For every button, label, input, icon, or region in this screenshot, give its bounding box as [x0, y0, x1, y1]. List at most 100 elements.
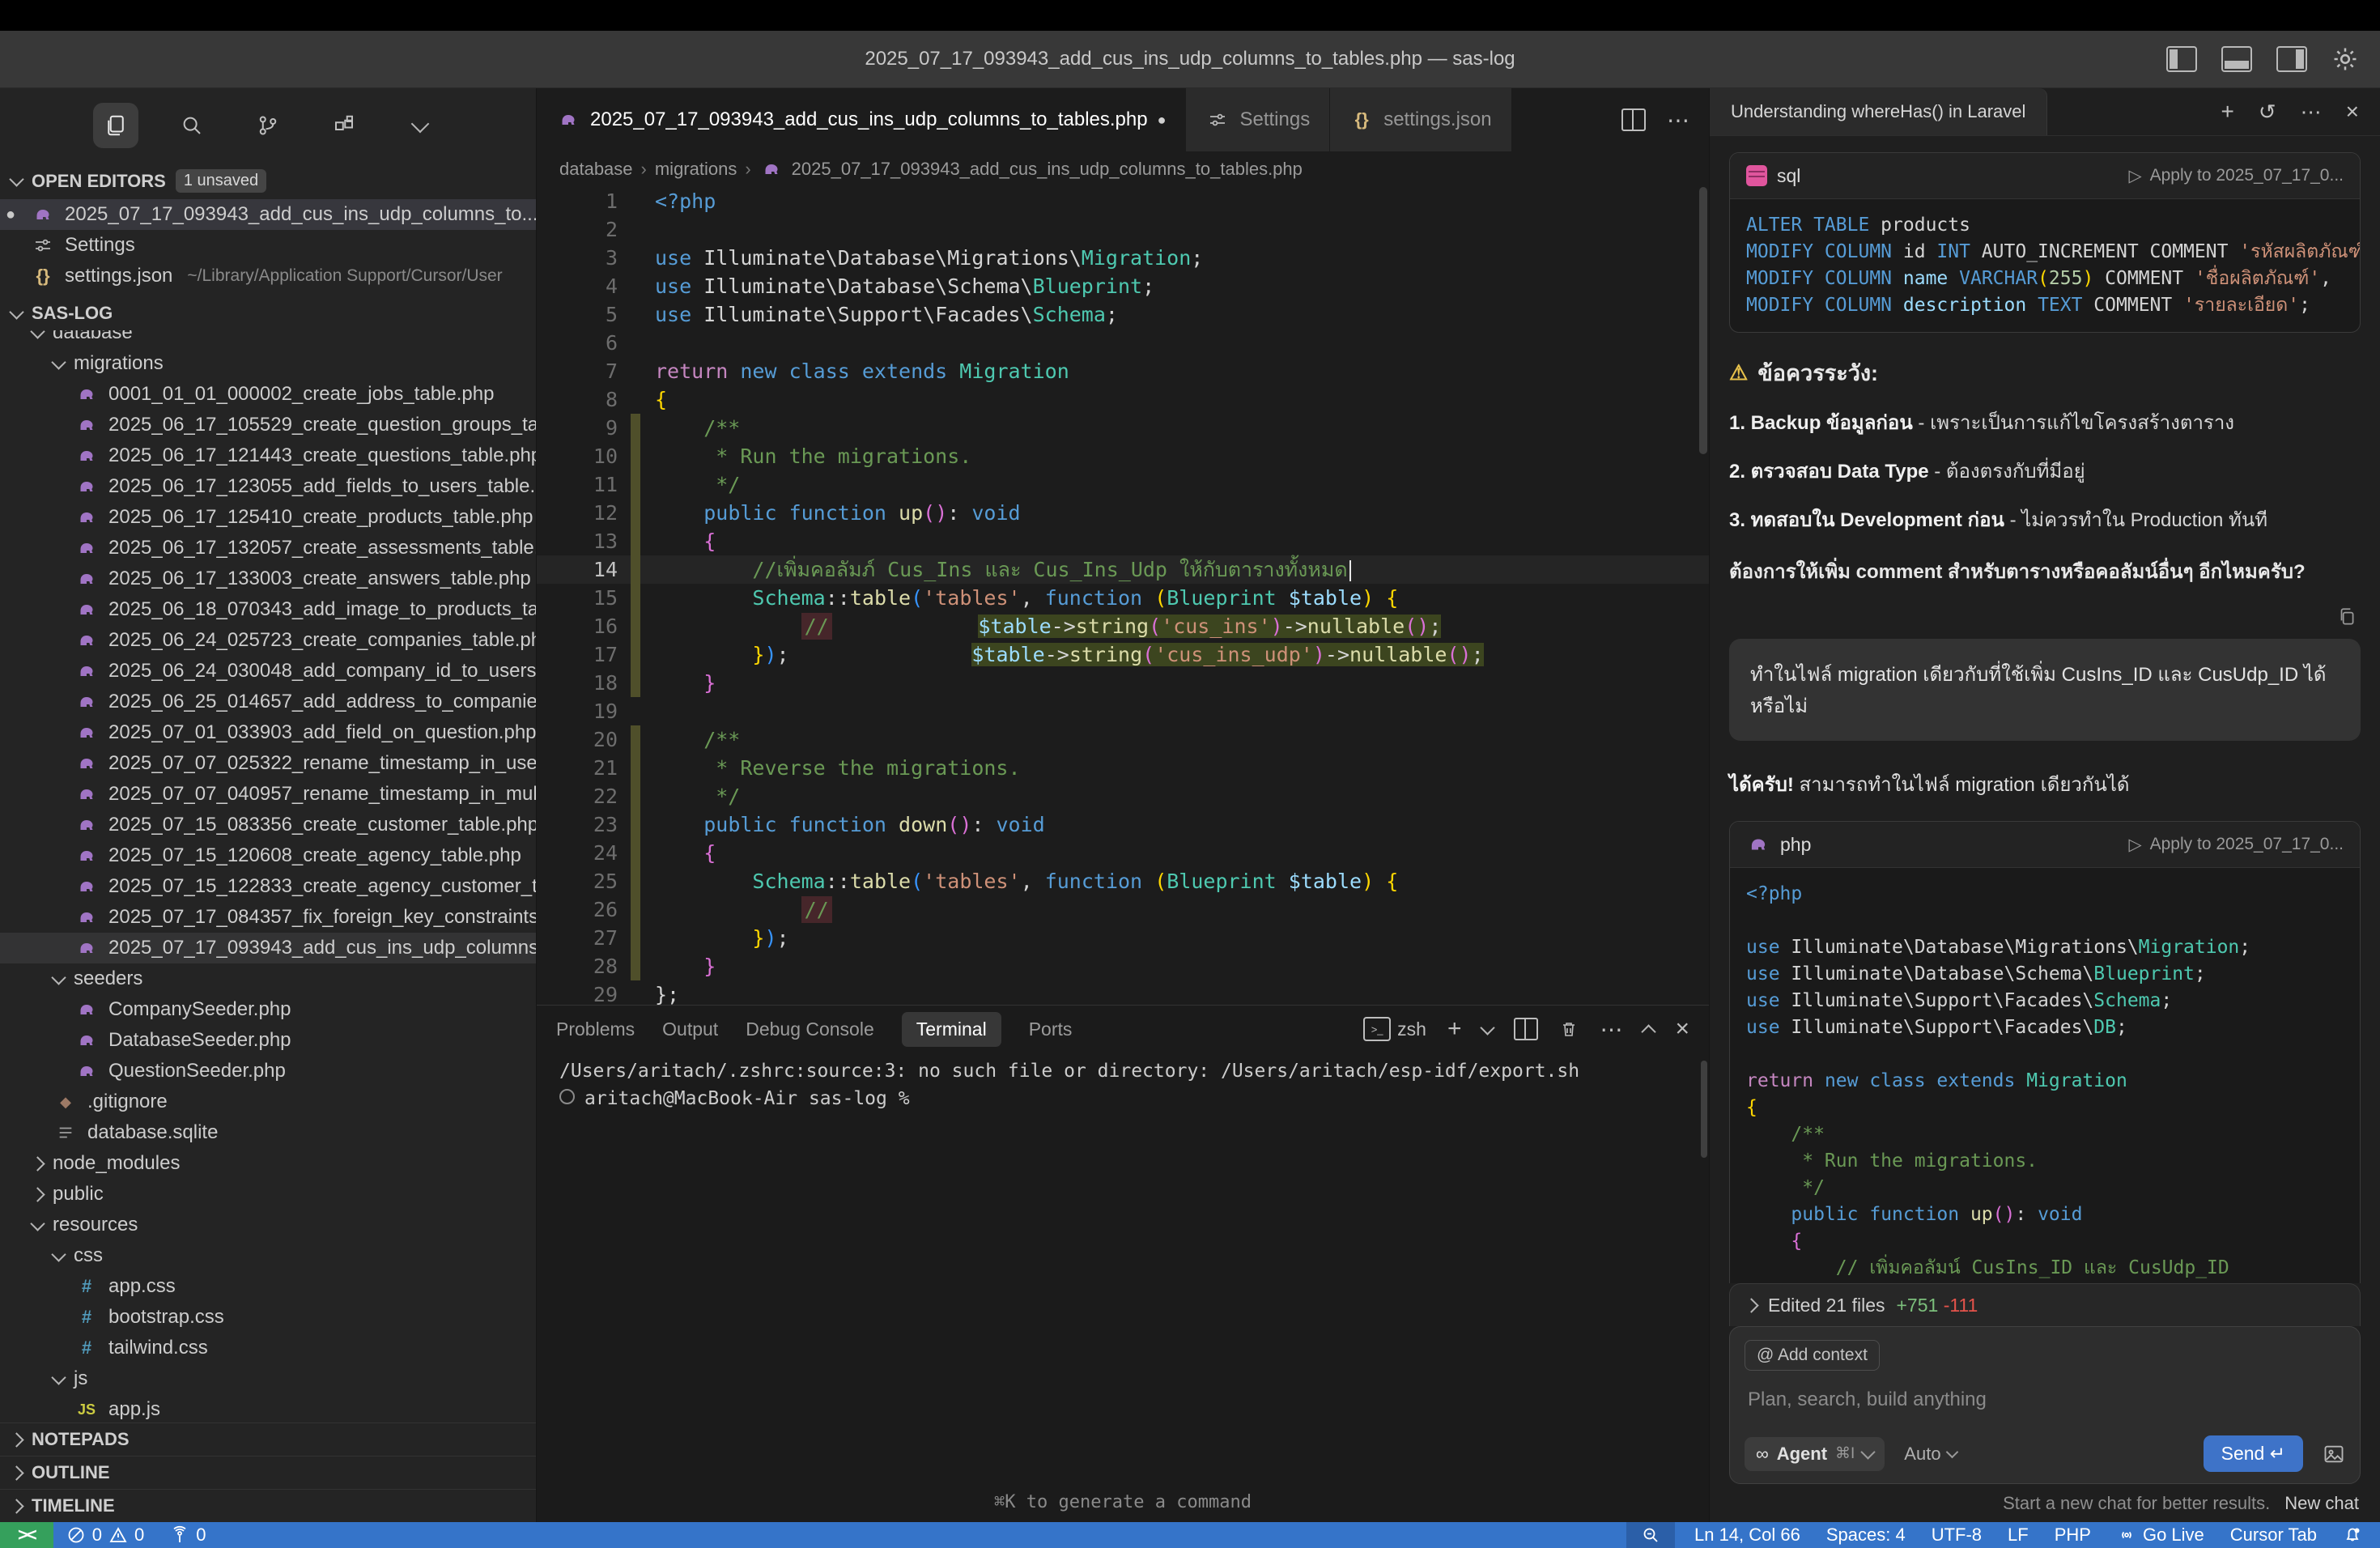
tree-file-bootstrap.css[interactable]: #bootstrap.css [0, 1302, 536, 1333]
apply-button[interactable]: ▷Apply to 2025_07_17_0... [2128, 166, 2344, 186]
breadcrumb[interactable]: database› migrations› 2025_07_17_093943_… [537, 151, 1709, 187]
attach-image-icon[interactable] [2323, 1443, 2345, 1465]
terminal-dropdown-icon[interactable] [1481, 1020, 1495, 1035]
indentation[interactable]: Spaces: 4 [1826, 1525, 1906, 1546]
toggle-bottom-panel-icon[interactable] [2221, 46, 2252, 72]
code-line-5[interactable]: 5use Illuminate\Support\Facades\Schema; [537, 300, 1709, 329]
settings-gear-icon[interactable] [2331, 45, 2359, 73]
split-editor-icon[interactable] [1621, 108, 1646, 131]
source-control-icon[interactable] [245, 103, 291, 148]
tree-file-2025_06_24_030048_add_company_id_to_users_tabl...[interactable]: 2025_06_24_030048_add_company_id_to_user… [0, 656, 536, 687]
agent-mode-chip[interactable]: ∞Agent ⌘I [1745, 1437, 1885, 1471]
code-line-27[interactable]: 27 }); [537, 924, 1709, 952]
terminal-output[interactable]: /Users/aritach/.zshrc:source:3: no such … [537, 1053, 1709, 1523]
apply-button[interactable]: ▷Apply to 2025_07_17_0... [2128, 835, 2344, 855]
code-line-23[interactable]: 23 public function down(): void [537, 810, 1709, 839]
code-line-15[interactable]: 15 Schema::table('tables', function (Blu… [537, 584, 1709, 612]
tree-file-app.js[interactable]: JSapp.js [0, 1394, 536, 1423]
code-line-29[interactable]: 29}; [537, 980, 1709, 1005]
tree-folder-seeders[interactable]: seeders [0, 963, 536, 994]
open-editor-item[interactable]: Settings [0, 230, 536, 261]
cursor-tab-status[interactable]: Cursor Tab [2230, 1525, 2317, 1546]
code-line-10[interactable]: 10 * Run the migrations. [537, 442, 1709, 470]
tree-file-CompanySeeder.php[interactable]: CompanySeeder.php [0, 994, 536, 1025]
notifications-bell-icon[interactable] [2343, 1525, 2362, 1545]
new-terminal-icon[interactable]: + [1447, 1015, 1462, 1043]
code-line-18[interactable]: 18 } [537, 669, 1709, 697]
code-line-12[interactable]: 12 public function up(): void [537, 499, 1709, 527]
search-icon[interactable] [169, 103, 215, 148]
open-editor-item[interactable]: ●2025_07_17_093943_add_cus_ins_udp_colum… [0, 199, 536, 230]
remote-indicator[interactable]: >< [0, 1522, 53, 1548]
language-mode[interactable]: PHP [2055, 1525, 2091, 1546]
tree-file-.gitignore[interactable]: ◆.gitignore [0, 1087, 536, 1117]
tree-file-DatabaseSeeder.php[interactable]: DatabaseSeeder.php [0, 1025, 536, 1056]
code-line-24[interactable]: 24 { [537, 839, 1709, 867]
code-line-4[interactable]: 4use Illuminate\Database\Schema\Blueprin… [537, 272, 1709, 300]
code-line-17[interactable]: 17 }); $table->string('cus_ins_udp')->nu… [537, 640, 1709, 669]
add-context-chip[interactable]: @ Add context [1745, 1340, 1880, 1371]
code-line-1[interactable]: 1<?php [537, 187, 1709, 215]
chat-history-icon[interactable]: ↺ [2259, 100, 2276, 125]
edited-files-bar[interactable]: Edited 21 files +751 -111 [1729, 1283, 2361, 1326]
editor-tab[interactable]: {}settings.json [1330, 88, 1511, 151]
encoding[interactable]: UTF-8 [1932, 1525, 1982, 1546]
open-editor-item[interactable]: {}settings.json~/Library/Application Sup… [0, 261, 536, 291]
tree-folder-public[interactable]: public [0, 1179, 536, 1210]
code-line-2[interactable]: 2 [537, 215, 1709, 244]
panel-tab-problems[interactable]: Problems [556, 1019, 635, 1040]
panel-tab-terminal[interactable]: Terminal [902, 1012, 1001, 1047]
tree-file-2025_06_17_105529_create_question_groups_table.php[interactable]: 2025_06_17_105529_create_question_groups… [0, 410, 536, 440]
code-line-7[interactable]: 7return new class extends Migration [537, 357, 1709, 385]
editor-tab[interactable]: 2025_07_17_093943_add_cus_ins_udp_column… [537, 88, 1186, 151]
tree-file-2025_07_17_084357_fix_foreign_key_constraints.php[interactable]: 2025_07_17_084357_fix_foreign_key_constr… [0, 902, 536, 933]
tree-file-database.sqlite[interactable]: database.sqlite [0, 1117, 536, 1148]
eol[interactable]: LF [2008, 1525, 2029, 1546]
tree-folder-database[interactable]: database [0, 330, 536, 348]
workspace-root-header[interactable]: SAS-LOG [0, 296, 536, 330]
tree-folder-css[interactable]: css [0, 1240, 536, 1271]
chat-tab[interactable]: Understanding whereHas() in Laravel [1710, 88, 2047, 135]
code-line-20[interactable]: 20 /** [537, 725, 1709, 754]
code-line-21[interactable]: 21 * Reverse the migrations. [537, 754, 1709, 782]
tree-file-2025_06_17_125410_create_products_table.php[interactable]: 2025_06_17_125410_create_products_table.… [0, 502, 536, 533]
tree-file-2025_06_17_133003_create_answers_table.php[interactable]: 2025_06_17_133003_create_answers_table.p… [0, 563, 536, 594]
chevron-down-icon[interactable] [397, 103, 443, 148]
chat-input-box[interactable]: @ Add context Plan, search, build anythi… [1729, 1326, 2361, 1484]
split-terminal-icon[interactable] [1514, 1018, 1538, 1040]
tree-file-tailwind.css[interactable]: #tailwind.css [0, 1333, 536, 1363]
editor-scrollbar[interactable] [1698, 187, 1709, 1005]
tree-file-2025_06_17_132057_create_assessments_table.php[interactable]: 2025_06_17_132057_create_assessments_tab… [0, 533, 536, 563]
open-editors-header[interactable]: OPEN EDITORS 1 unsaved [0, 163, 536, 199]
kill-terminal-icon[interactable] [1559, 1019, 1579, 1040]
code-line-14[interactable]: 14 //เพิ่มคอลัมภ์ Cus_Ins และ Cus_Ins_Ud… [537, 555, 1709, 584]
code-line-28[interactable]: 28 } [537, 952, 1709, 980]
model-auto-chip[interactable]: Auto [1904, 1444, 1956, 1465]
chat-messages[interactable]: sql ▷Apply to 2025_07_17_0... ALTER TABL… [1710, 136, 2380, 1283]
chat-more-icon[interactable]: ⋯ [2301, 100, 2322, 125]
explorer-icon[interactable] [93, 103, 138, 148]
tree-file-2025_06_17_123055_add_fields_to_users_table.php[interactable]: 2025_06_17_123055_add_fields_to_users_ta… [0, 471, 536, 502]
editor-more-actions-icon[interactable]: ⋯ [1667, 107, 1689, 134]
tree-folder-node_modules[interactable]: node_modules [0, 1148, 536, 1179]
code-line-9[interactable]: 9 /** [537, 414, 1709, 442]
sidebar-section-notepads[interactable]: NOTEPADS [0, 1423, 536, 1457]
terminal-scrollbar[interactable] [1701, 1061, 1707, 1158]
tree-file-2025_06_24_025723_create_companies_table.php[interactable]: 2025_06_24_025723_create_companies_table… [0, 625, 536, 656]
editor-tab[interactable]: Settings [1186, 88, 1330, 151]
sidebar-section-outline[interactable]: OUTLINE [0, 1457, 536, 1490]
tree-folder-resources[interactable]: resources [0, 1210, 536, 1240]
ports-status[interactable]: 0 [170, 1525, 206, 1546]
chat-input-placeholder[interactable]: Plan, search, build anything [1748, 1389, 2342, 1411]
go-live[interactable]: Go Live [2117, 1525, 2204, 1546]
sidebar-section-timeline[interactable]: TIMELINE [0, 1490, 536, 1523]
code-editor[interactable]: 1<?php23use Illuminate\Database\Migratio… [537, 187, 1709, 1005]
tree-file-2025_07_15_120608_create_agency_table.php[interactable]: 2025_07_15_120608_create_agency_table.ph… [0, 840, 536, 871]
code-line-6[interactable]: 6 [537, 329, 1709, 357]
code-line-22[interactable]: 22 */ [537, 782, 1709, 810]
tree-file-app.css[interactable]: #app.css [0, 1271, 536, 1302]
toggle-right-panel-icon[interactable] [2276, 46, 2307, 72]
tree-file-2025_07_01_033903_add_field_on_question.php[interactable]: 2025_07_01_033903_add_field_on_question.… [0, 717, 536, 748]
chat-close-icon[interactable]: × [2346, 99, 2359, 125]
panel-more-icon[interactable]: ⋯ [1600, 1016, 1622, 1043]
